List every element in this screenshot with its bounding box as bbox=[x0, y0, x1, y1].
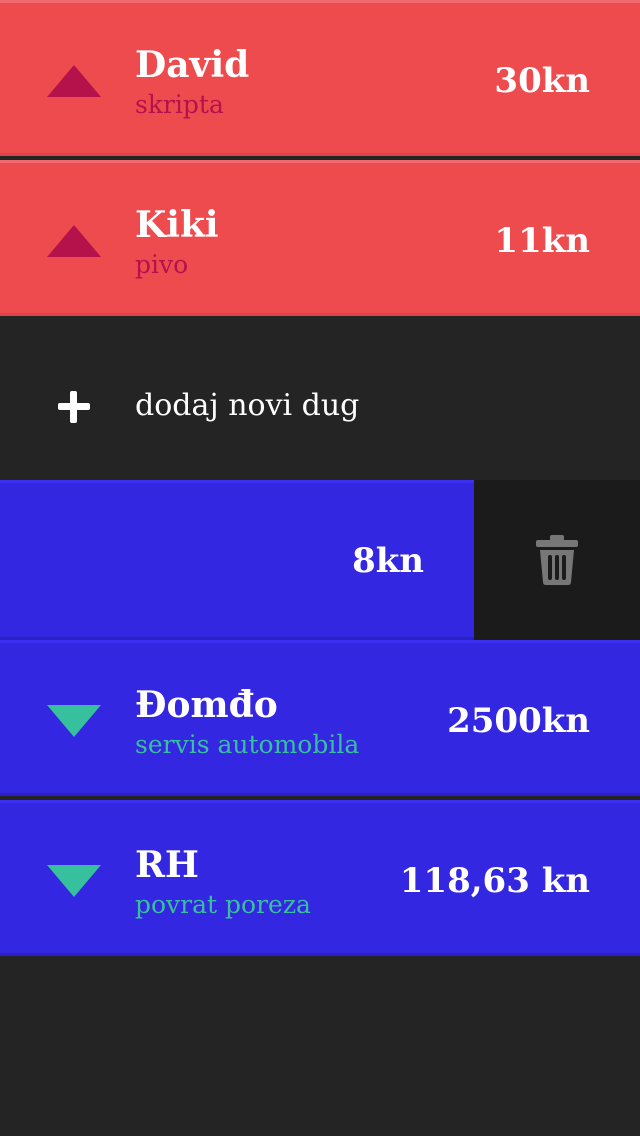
credit-amount: 118,63 kn bbox=[399, 861, 590, 901]
debt-row-kiki[interactable]: Kiki pivo 11kn bbox=[0, 160, 640, 316]
arrow-down-icon bbox=[47, 865, 101, 897]
trash-icon[interactable] bbox=[536, 535, 578, 585]
credit-amount: 2500kn bbox=[447, 701, 590, 741]
debt-note: skripta bbox=[135, 90, 224, 119]
arrow-up-icon bbox=[47, 225, 101, 257]
plus-icon[interactable] bbox=[56, 389, 92, 425]
credit-name: Đomđo bbox=[135, 684, 278, 726]
debt-amount: 11kn bbox=[494, 221, 590, 261]
debt-amount: 8kn bbox=[352, 541, 424, 581]
arrow-up-icon bbox=[47, 65, 101, 97]
debt-name: David bbox=[135, 44, 250, 86]
credit-name: RH bbox=[135, 844, 199, 886]
debt-note: pivo bbox=[135, 250, 189, 279]
debt-name: Kiki bbox=[135, 204, 219, 246]
credit-row-domdo[interactable]: Đomđo servis automobila 2500kn bbox=[0, 640, 640, 796]
add-debt-label[interactable]: dodaj novi dug bbox=[135, 386, 359, 426]
swiped-debt-row[interactable]: ona rek 8kn bbox=[0, 480, 474, 640]
debt-row-david[interactable]: David skripta 30kn bbox=[0, 0, 640, 156]
debt-list-screen: David skripta 30kn Kiki pivo 11kn dodaj … bbox=[0, 0, 640, 1136]
debt-amount: 30kn bbox=[494, 61, 590, 101]
credit-note: povrat poreza bbox=[135, 890, 311, 919]
arrow-down-icon bbox=[47, 705, 101, 737]
credit-note: servis automobila bbox=[135, 730, 360, 759]
credit-row-rh[interactable]: RH povrat poreza 118,63 kn bbox=[0, 800, 640, 956]
